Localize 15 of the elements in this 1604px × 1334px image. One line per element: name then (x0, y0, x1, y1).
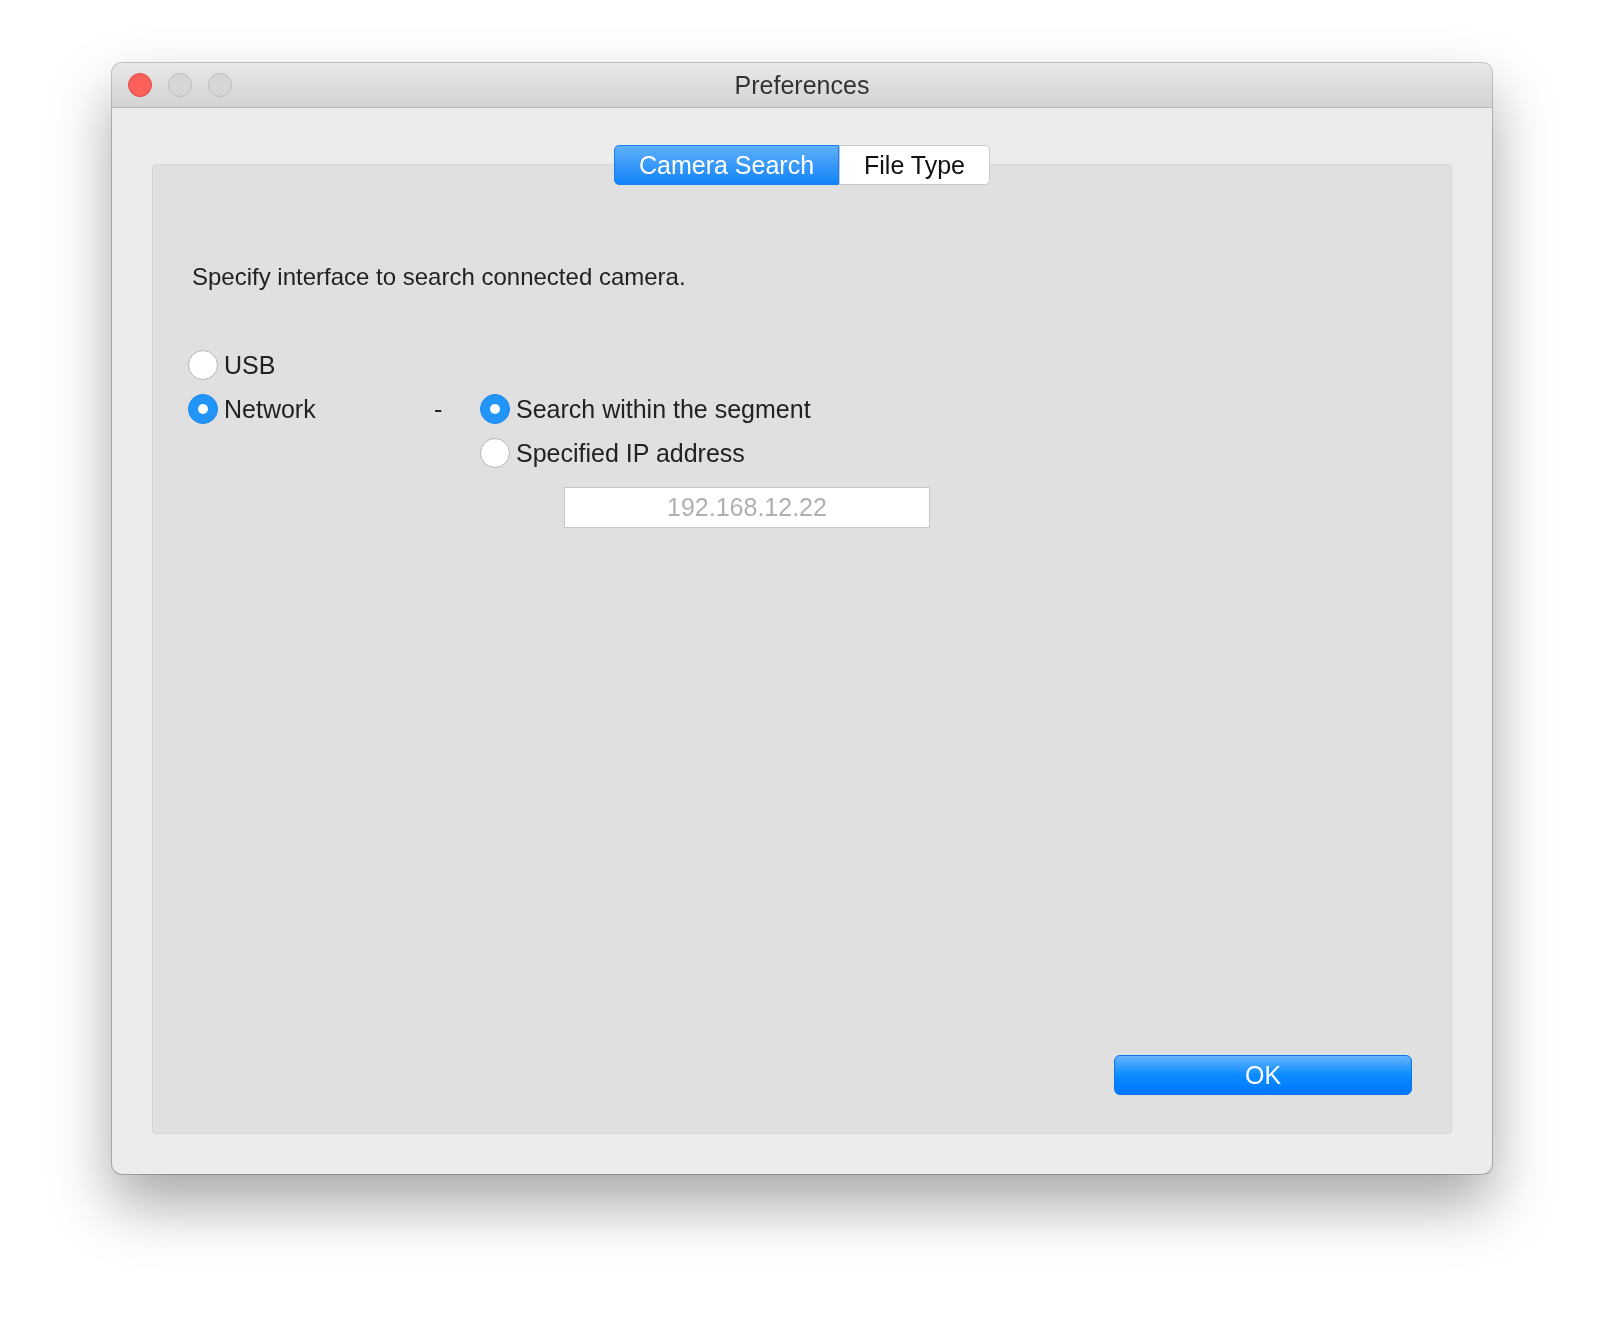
tab[interactable]: File Type (839, 145, 991, 185)
zoom-icon[interactable] (208, 73, 232, 97)
dash-separator: - (434, 394, 444, 425)
minimize-icon[interactable] (168, 73, 192, 97)
window-title: Preferences (734, 70, 870, 100)
radio-label[interactable]: Specified IP address (516, 438, 745, 468)
radio-label[interactable]: USB (224, 350, 276, 380)
radio-button[interactable] (188, 394, 218, 424)
radio-button[interactable] (480, 438, 510, 468)
radio-button[interactable] (480, 394, 510, 424)
radio-button[interactable] (188, 350, 218, 380)
radio-label[interactable]: Search within the segment (516, 394, 811, 424)
instruction-text: Specify interface to search connected camera. (192, 263, 687, 291)
radio-label[interactable]: Network (224, 394, 316, 424)
close-icon[interactable] (128, 73, 152, 97)
